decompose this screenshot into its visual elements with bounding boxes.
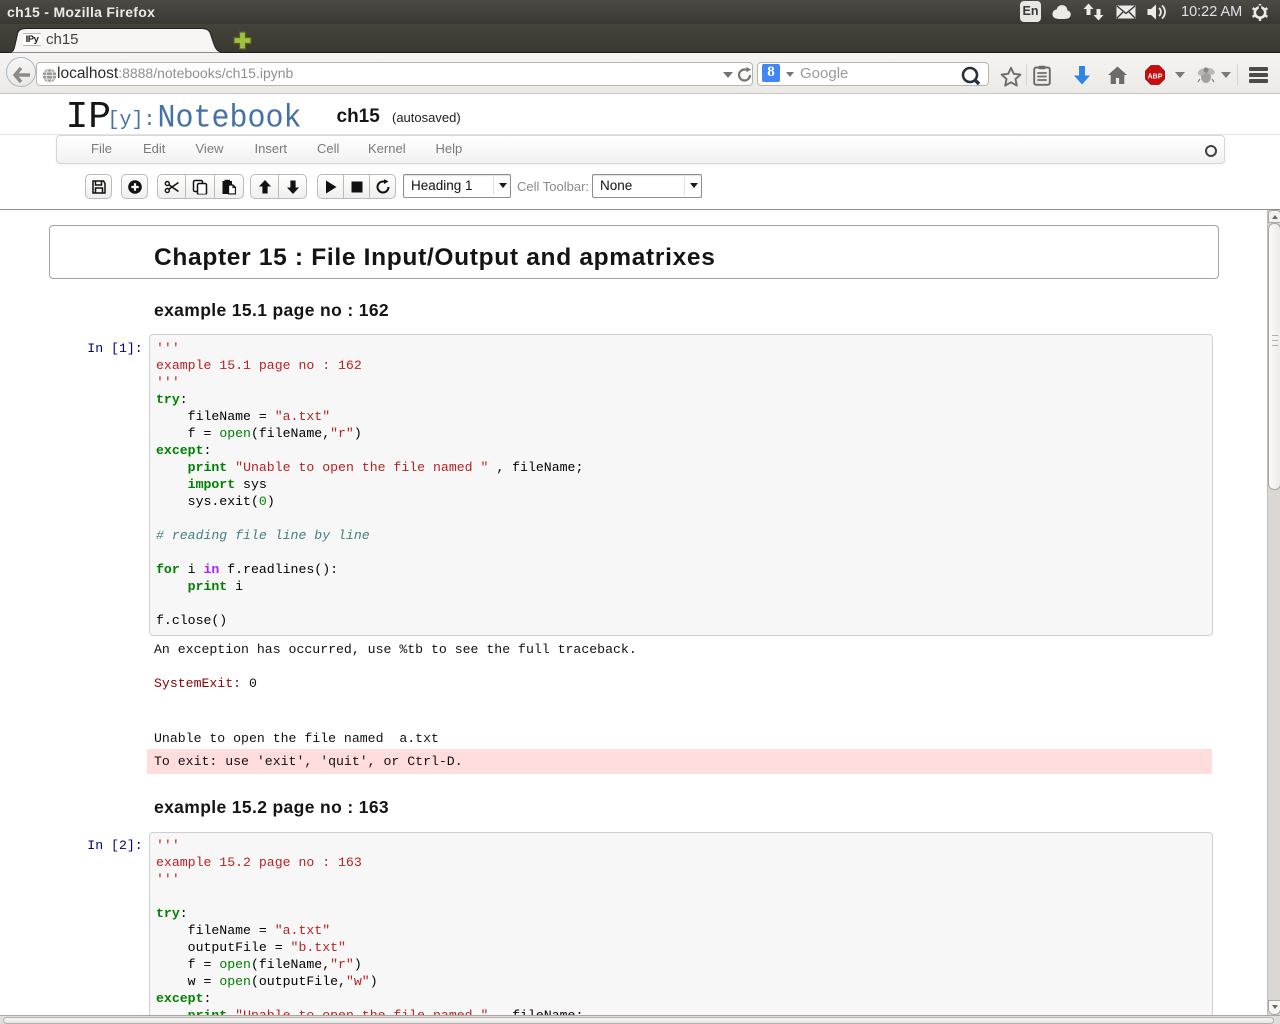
svg-text:ABP: ABP (1148, 73, 1163, 80)
